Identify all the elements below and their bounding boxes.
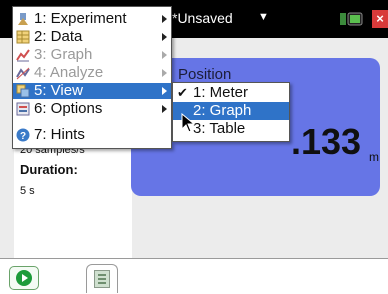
submenu-item-label: 1: Meter [193,84,249,101]
submenu-item-label: 3: Table [193,120,246,137]
document-menu-caret[interactable]: ▼ [258,11,269,23]
document-title[interactable]: *Unsaved [172,10,233,26]
meter-sensor-label: Position [178,66,232,83]
submenu-arrow-icon [162,33,167,41]
mouse-pointer-icon [181,113,195,133]
duration-value: 5 s [20,185,35,197]
menu-item-label: 5: View [34,82,83,99]
page-tab[interactable] [86,264,118,293]
meter-value: .133 [291,121,362,162]
experiment-icon [18,13,28,25]
duration-label: Duration: [20,162,78,177]
battery-icon [340,12,363,26]
data-table-icon [16,30,30,44]
menu-item-experiment[interactable]: 1: Experiment [13,11,171,27]
run-icon [16,270,32,286]
submenu-arrow-icon [162,51,167,59]
menu-item-graph[interactable]: 3: Graph [13,47,171,63]
main-menu: 1: Experiment 2: Data 3: Graph 4: Analyz… [12,6,172,149]
menu-item-analyze[interactable]: 4: Analyze [13,65,171,81]
meter-unit: m [369,150,379,164]
menu-item-hints[interactable]: ? 7: Hints [13,127,171,143]
close-document-button[interactable]: × [372,10,388,28]
view-submenu: ✔ 1: Meter 2: Graph 3: Table [172,82,290,142]
help-icon: ? [16,128,30,142]
graph-icon [16,49,30,62]
menu-item-label: 1: Experiment [34,10,127,27]
view-icon [16,84,30,98]
submenu-item-meter[interactable]: ✔ 1: Meter [173,84,289,102]
menu-item-label: 4: Analyze [34,64,104,81]
svg-text:?: ? [20,131,26,142]
menu-item-data[interactable]: 2: Data [13,29,171,45]
submenu-arrow-icon [162,87,167,95]
options-icon [16,102,30,116]
submenu-arrow-icon [162,15,167,23]
submenu-arrow-icon [162,69,167,77]
menu-item-label: 3: Graph [34,46,93,63]
menu-item-options[interactable]: 6: Options [13,101,171,117]
page-icon [94,270,110,288]
menu-item-view[interactable]: 5: View [13,83,171,99]
menu-item-label: 2: Data [34,28,83,45]
menu-item-label: 7: Hints [34,126,85,143]
check-icon: ✔ [177,85,188,100]
calculator-screen: *Unsaved ▼ × 20 samples/s Duration: 5 s … [0,0,388,294]
submenu-item-label: 2: Graph [193,102,252,119]
menu-item-label: 6: Options [34,100,103,117]
analyze-icon [16,67,30,80]
submenu-arrow-icon [162,105,167,113]
run-collection-button[interactable] [9,266,39,290]
page-tab-bar [0,258,388,294]
